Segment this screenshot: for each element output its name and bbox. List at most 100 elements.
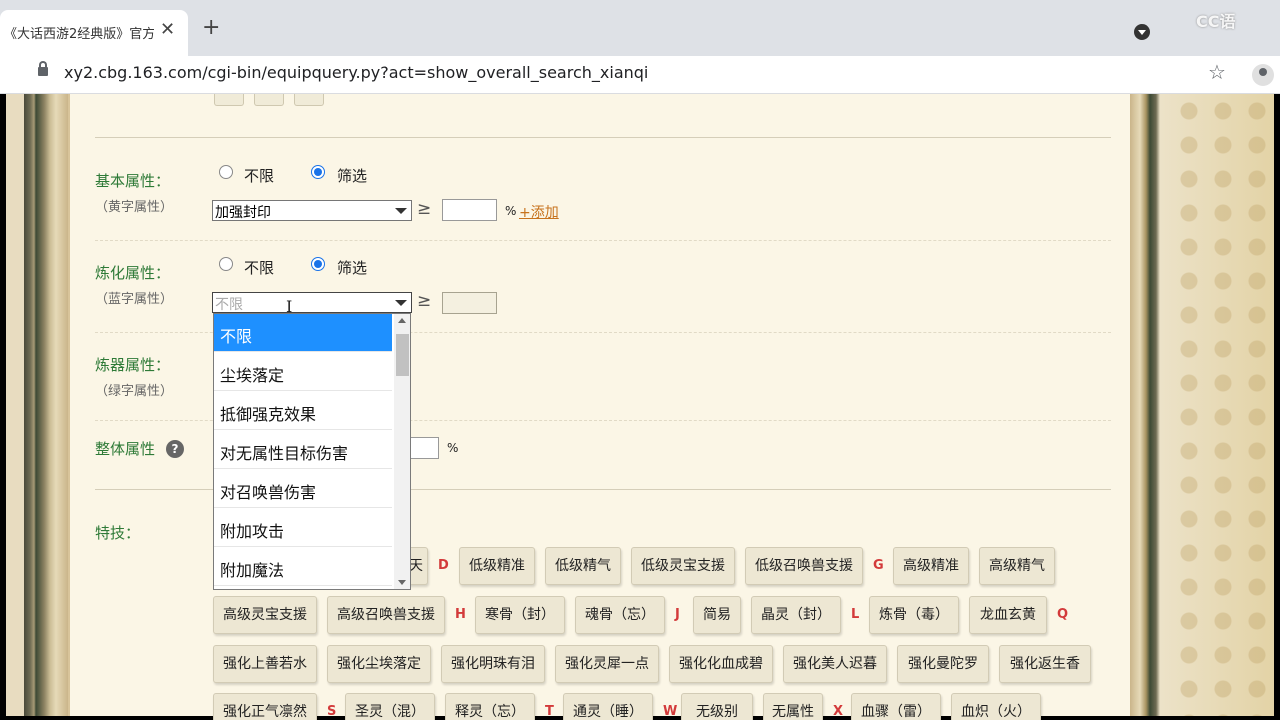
- right-pattern: [1172, 94, 1274, 716]
- refine-filter-radio[interactable]: [311, 257, 325, 271]
- section-divider: [95, 137, 1111, 138]
- skill-tag[interactable]: 高级精气: [979, 547, 1055, 585]
- skill-tag[interactable]: 强化上善若水: [213, 645, 317, 683]
- partial-button[interactable]: [214, 94, 244, 106]
- address-bar: xy2.cbg.163.com/cgi-bin/equipquery.py?ac…: [0, 56, 1280, 94]
- dropdown-option[interactable]: 附加魔法: [214, 548, 392, 586]
- basic-filter-radio[interactable]: [311, 165, 325, 179]
- refine-attr-dropdown-list[interactable]: 不限 尘埃落定 抵御强克效果 对无属性目标伤害 对召唤兽伤害 附加攻击 附加魔法: [213, 313, 411, 590]
- basic-unlimited-label: 不限: [244, 167, 275, 185]
- refine-unlimited-label: 不限: [244, 259, 275, 277]
- url-field[interactable]: xy2.cbg.163.com/cgi-bin/equipquery.py?ac…: [64, 63, 648, 82]
- basic-value-input[interactable]: [442, 199, 497, 221]
- refine-attr-select-placeholder: 不限: [215, 297, 243, 313]
- tab-search-icon[interactable]: [1134, 24, 1150, 40]
- skills-label: 特技：: [95, 524, 141, 542]
- basic-attr-select-value: 加强封印: [215, 205, 271, 221]
- skill-tag[interactable]: 低级精气: [545, 547, 621, 585]
- skill-tag[interactable]: 强化美人迟暮: [783, 645, 887, 683]
- skill-tag[interactable]: 强化曼陀罗: [897, 645, 989, 683]
- refine-attr-select[interactable]: 不限: [212, 292, 412, 313]
- refine-unlimited-radio[interactable]: [219, 257, 233, 271]
- refine-attr-label: 炼化属性：: [95, 264, 171, 282]
- scroll-down-icon[interactable]: [398, 580, 406, 585]
- basic-filter-label: 筛选: [337, 167, 368, 185]
- refine-filter-label: 筛选: [337, 259, 368, 277]
- basic-unlimited-radio[interactable]: [219, 165, 233, 179]
- section-divider: [95, 240, 1111, 241]
- skill-tag[interactable]: 血炽（火）: [951, 693, 1041, 720]
- percent-sign: %: [505, 204, 517, 218]
- skill-tag[interactable]: 强化正气凛然: [213, 693, 317, 720]
- dropdown-option[interactable]: 附加攻击: [214, 509, 392, 547]
- letter-index-h[interactable]: H: [455, 607, 466, 622]
- close-tab-icon[interactable]: ✕: [160, 19, 175, 40]
- overall-attr-label: 整体属性: [95, 440, 156, 458]
- scroll-up-icon[interactable]: [398, 318, 406, 323]
- basic-attr-label: 基本属性：: [95, 172, 171, 190]
- dropdown-option[interactable]: 不限: [214, 314, 392, 352]
- skill-tag[interactable]: 简易: [693, 596, 741, 634]
- new-tab-button[interactable]: +: [202, 17, 220, 39]
- partial-button[interactable]: [294, 94, 324, 106]
- refine-attr-sublabel: （蓝字属性）: [95, 292, 174, 307]
- skill-tag[interactable]: 强化返生香: [999, 645, 1091, 683]
- dropdown-option[interactable]: 抵御强克效果: [214, 392, 392, 430]
- letter-index-t[interactable]: T: [545, 704, 554, 719]
- forge-attr-label: 炼器属性：: [95, 356, 171, 374]
- skill-tag[interactable]: 魂骨（忘）: [575, 596, 665, 634]
- left-ornament-border: [6, 94, 68, 716]
- help-icon[interactable]: ?: [166, 440, 184, 458]
- skill-tag[interactable]: 通灵（睡）: [563, 693, 653, 720]
- letter-index-s[interactable]: S: [327, 704, 336, 719]
- tab-title: 《大话西游2经典版》官方: [4, 27, 154, 42]
- skill-tag[interactable]: 低级召唤兽支援: [745, 547, 863, 585]
- forge-attr-sublabel: （绿字属性）: [95, 384, 174, 399]
- skill-tag[interactable]: 圣灵（混）: [345, 693, 435, 720]
- skill-tag[interactable]: 寒骨（封）: [475, 596, 565, 634]
- partial-button[interactable]: [254, 94, 284, 106]
- chevron-down-icon: [395, 300, 407, 306]
- dropdown-option[interactable]: 对无属性目标伤害: [214, 431, 392, 469]
- bookmark-star-icon[interactable]: ☆: [1208, 60, 1226, 84]
- skill-tag[interactable]: 高级召唤兽支援: [327, 596, 445, 634]
- basic-attr-select[interactable]: 加强封印: [212, 200, 412, 221]
- refine-value-input[interactable]: [442, 292, 497, 314]
- overlay-logo: CC语: [1196, 12, 1236, 31]
- letter-index-g[interactable]: G: [873, 558, 884, 573]
- scroll-thumb[interactable]: [396, 334, 409, 376]
- letter-index-l[interactable]: L: [851, 607, 859, 622]
- percent-sign: %: [447, 441, 459, 455]
- dropdown-option[interactable]: 尘埃落定: [214, 353, 392, 391]
- skill-tag[interactable]: 低级灵宝支援: [631, 547, 735, 585]
- skill-tag[interactable]: 血骤（雷）: [851, 693, 941, 720]
- browser-tab-bar: 《大话西游2经典版》官方 ✕ + CC语: [0, 0, 1280, 56]
- skill-tag[interactable]: 高级精准: [893, 547, 969, 585]
- chevron-down-icon: [395, 208, 407, 214]
- letter-index-x[interactable]: X: [833, 704, 843, 719]
- letter-index-j[interactable]: J: [675, 607, 680, 622]
- skill-tag[interactable]: 炼骨（毒）: [869, 596, 959, 634]
- skill-tag[interactable]: 龙血玄黄: [969, 596, 1047, 634]
- skill-tag[interactable]: 晶灵（封）: [751, 596, 841, 634]
- browser-tab[interactable]: 《大话西游2经典版》官方 ✕: [0, 10, 188, 56]
- skill-tag[interactable]: 无级别: [681, 693, 753, 720]
- letter-index-q[interactable]: Q: [1057, 607, 1068, 622]
- skill-tag[interactable]: 高级灵宝支援: [213, 596, 317, 634]
- skill-tag[interactable]: 强化灵犀一点: [555, 645, 659, 683]
- lock-icon[interactable]: [38, 61, 48, 76]
- skill-tag[interactable]: 无属性: [763, 693, 823, 720]
- dropdown-option[interactable]: 对召唤兽伤害: [214, 470, 392, 508]
- skill-tag[interactable]: 强化化血成碧: [669, 645, 773, 683]
- skill-tag[interactable]: 释灵（忘）: [445, 693, 535, 720]
- gte-symbol: ≥: [417, 291, 432, 311]
- basic-attr-sublabel: （黄字属性）: [95, 200, 174, 215]
- dropdown-scrollbar[interactable]: [394, 314, 410, 589]
- skill-tag[interactable]: 低级精准: [459, 547, 535, 585]
- add-attribute-link[interactable]: +添加: [519, 202, 559, 222]
- letter-index-w[interactable]: W: [663, 704, 677, 719]
- letter-index-d[interactable]: D: [438, 558, 449, 573]
- skill-tag[interactable]: 强化明珠有泪: [441, 645, 545, 683]
- profile-avatar-icon[interactable]: [1252, 64, 1274, 86]
- skill-tag[interactable]: 强化尘埃落定: [327, 645, 431, 683]
